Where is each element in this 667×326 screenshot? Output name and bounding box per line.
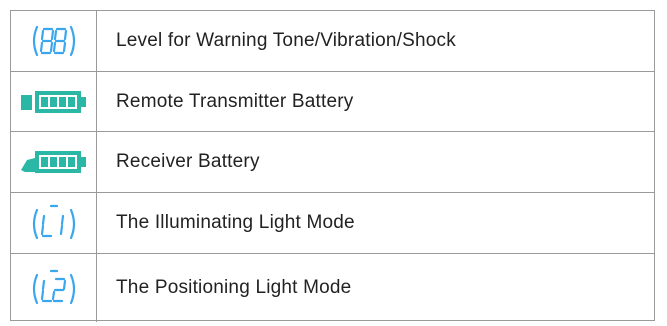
icon-cell bbox=[11, 11, 96, 71]
column-divider bbox=[96, 254, 97, 322]
column-divider bbox=[96, 11, 97, 71]
legend-row: Remote Transmitter Battery bbox=[11, 72, 654, 132]
legend-row: The Positioning Light Mode bbox=[11, 254, 654, 322]
receiver-battery-icon bbox=[20, 150, 87, 174]
column-divider bbox=[96, 132, 97, 192]
seven-segment-88-icon bbox=[29, 23, 79, 59]
icon-cell bbox=[11, 254, 96, 322]
row-label: Level for Warning Tone/Vibration/Shock bbox=[116, 30, 456, 51]
seven-segment-l2-icon bbox=[29, 269, 79, 307]
legend-row: Receiver Battery bbox=[11, 132, 654, 193]
icon-cell bbox=[11, 193, 96, 253]
legend-row: Level for Warning Tone/Vibration/Shock bbox=[11, 11, 654, 72]
column-divider bbox=[96, 72, 97, 131]
transmitter-battery-icon bbox=[20, 90, 87, 114]
icon-cell bbox=[11, 72, 96, 131]
seven-segment-l1-icon bbox=[29, 204, 79, 242]
row-label: The Positioning Light Mode bbox=[116, 277, 352, 298]
row-label: The Illuminating Light Mode bbox=[116, 212, 355, 233]
row-label: Remote Transmitter Battery bbox=[116, 90, 354, 112]
legend-table: Level for Warning Tone/Vibration/Shock R… bbox=[10, 10, 655, 322]
row-label: Receiver Battery bbox=[116, 151, 260, 172]
legend-row: The Illuminating Light Mode bbox=[11, 193, 654, 254]
icon-cell bbox=[11, 132, 96, 192]
column-divider bbox=[96, 193, 97, 253]
